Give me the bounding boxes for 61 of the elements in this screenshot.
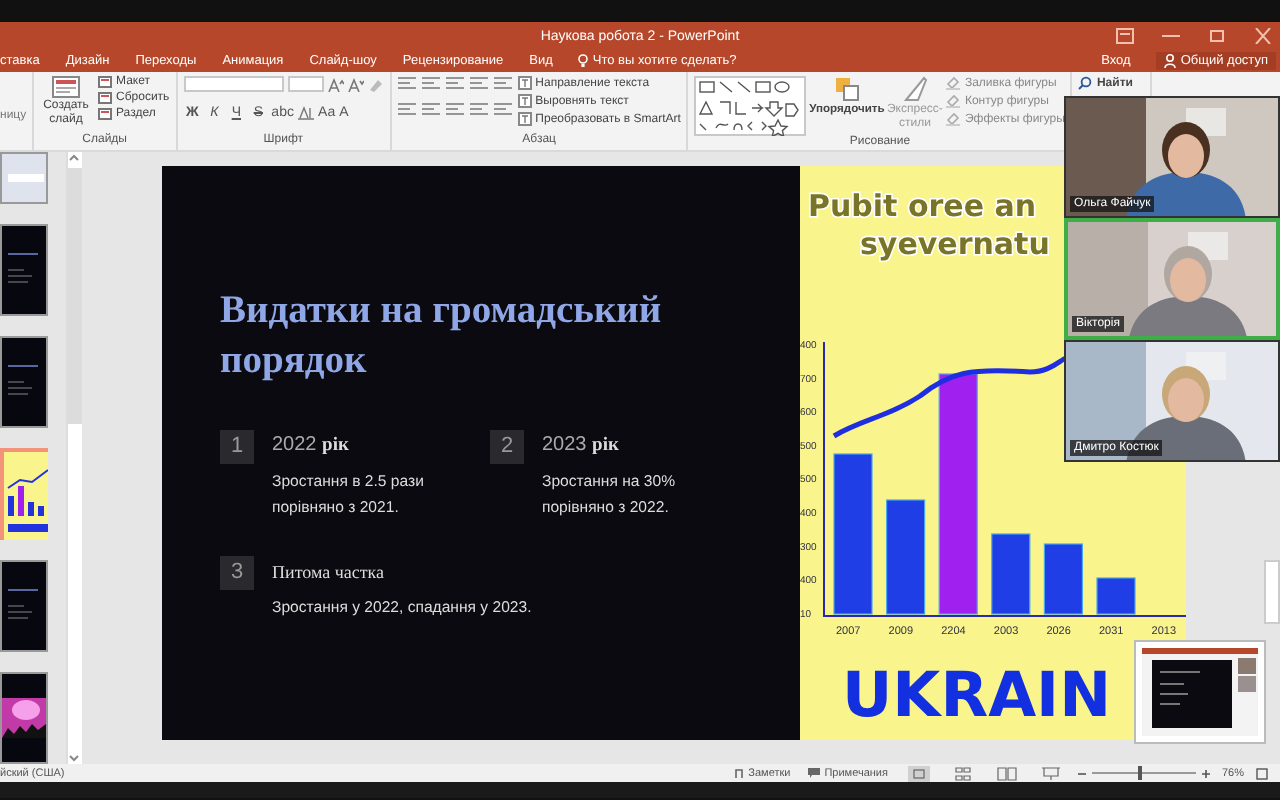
text-option-icon xyxy=(517,94,532,108)
shrink-font-icon[interactable] xyxy=(347,77,364,91)
person-icon xyxy=(1164,54,1177,68)
ribbon-display-icon[interactable] xyxy=(1116,28,1134,44)
align-center-icon[interactable] xyxy=(421,102,440,116)
slider-thumb[interactable] xyxy=(1138,766,1143,780)
slide-title: Видатки на громадський порядок xyxy=(220,288,664,386)
chart-bar xyxy=(1096,577,1136,615)
slide-sorter-icon[interactable] xyxy=(951,765,974,781)
line-spacing-icon[interactable] xyxy=(493,76,512,90)
slide-thumbnail[interactable] xyxy=(0,560,48,652)
font-name-field[interactable] xyxy=(183,76,284,92)
slideshow-icon[interactable] xyxy=(1039,765,1062,781)
comment-icon xyxy=(808,768,821,778)
maximize-icon[interactable] xyxy=(1208,28,1226,44)
notes-icon xyxy=(734,768,745,778)
justify-icon[interactable] xyxy=(469,102,488,116)
panel-heading: syevernatu xyxy=(860,226,1050,262)
scrollbar-thumb[interactable] xyxy=(68,168,82,424)
number-badge: 2 xyxy=(490,430,524,464)
columns-icon[interactable] xyxy=(493,102,512,116)
align-right-icon[interactable] xyxy=(445,102,464,116)
point-heading: 2022 рік xyxy=(272,432,351,460)
chart-bar xyxy=(886,499,926,615)
panel-heading: Pubit oree an xyxy=(808,188,1037,224)
numbering-icon[interactable] xyxy=(421,76,440,90)
scroll-up-icon[interactable] xyxy=(68,152,80,162)
close-icon[interactable] xyxy=(1254,28,1272,44)
increase-indent-icon[interactable] xyxy=(469,76,488,90)
decrease-indent-icon[interactable] xyxy=(445,76,464,90)
font-size-field[interactable] xyxy=(287,76,324,92)
banner-text: UKRAIN xyxy=(842,660,1112,732)
point-heading: 2023 рік xyxy=(542,432,621,460)
normal-view-icon[interactable] xyxy=(907,765,930,781)
grow-font-icon[interactable] xyxy=(327,77,344,91)
lightbulb-icon xyxy=(578,54,589,68)
slide-thumbnail[interactable] xyxy=(0,224,48,316)
section-icon xyxy=(98,108,112,120)
scrollbar[interactable] xyxy=(66,152,82,764)
scroll-down-icon[interactable] xyxy=(68,754,80,764)
slide-thumbnail[interactable] xyxy=(0,672,48,764)
slide-thumbnail[interactable] xyxy=(0,152,48,204)
number-badge: 1 xyxy=(220,430,254,464)
text-option-icon xyxy=(517,112,532,126)
zoom-in-icon[interactable] xyxy=(1201,769,1210,777)
scrollbar-thumb[interactable] xyxy=(1264,560,1280,624)
chart-bar xyxy=(991,533,1031,615)
align-left-icon[interactable] xyxy=(397,102,416,116)
number-badge: 3 xyxy=(220,556,254,590)
fit-slide-icon[interactable] xyxy=(1256,767,1268,779)
reset-icon xyxy=(98,92,112,104)
zoom-out-icon[interactable] xyxy=(1077,769,1086,777)
bullets-icon[interactable] xyxy=(397,76,416,90)
reading-view-icon[interactable] xyxy=(995,765,1018,781)
point-heading: Питома частка xyxy=(272,560,387,586)
slide-thumbnail[interactable] xyxy=(0,448,48,540)
slide-thumbnail[interactable] xyxy=(0,336,48,428)
search-icon xyxy=(1078,76,1093,90)
shapes-gallery-icon[interactable] xyxy=(694,76,807,136)
char-spacing-icon[interactable] xyxy=(297,106,314,120)
chart-bar xyxy=(1043,543,1083,615)
